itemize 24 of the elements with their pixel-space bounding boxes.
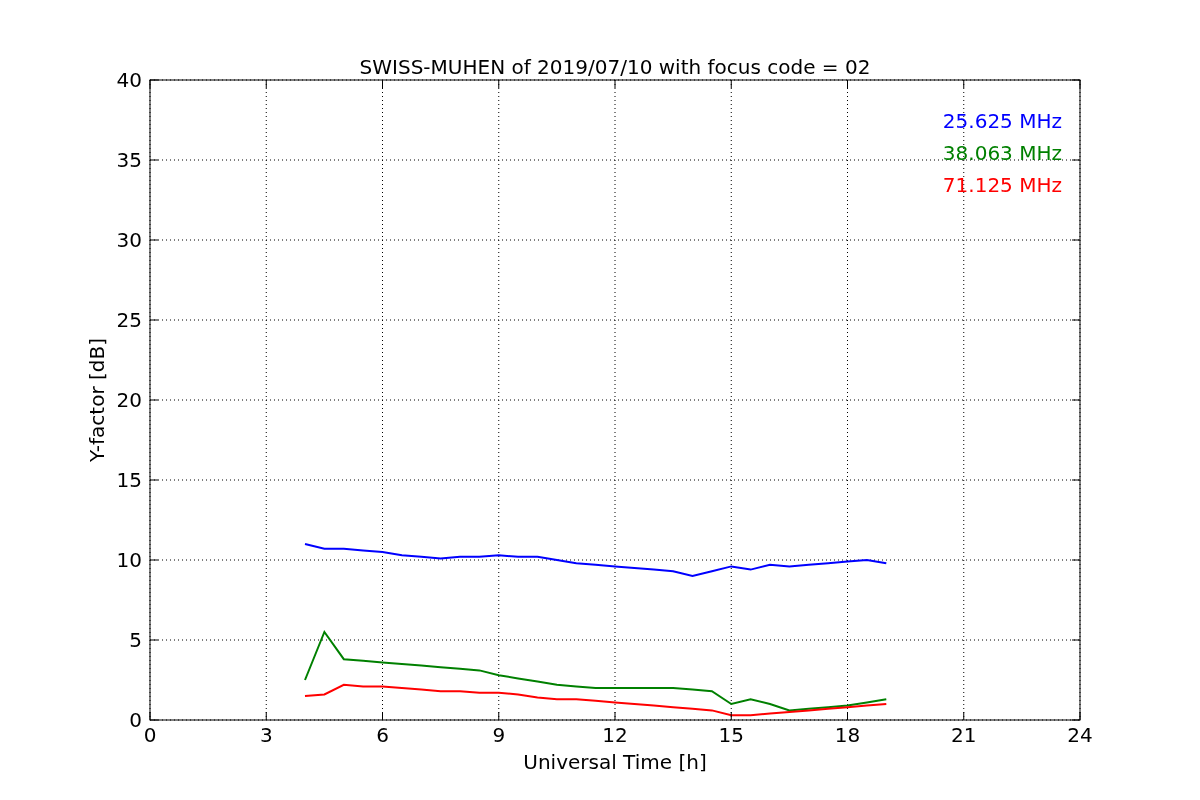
- y-tick-label: 5: [129, 628, 142, 652]
- y-tick-label: 15: [116, 468, 142, 492]
- y-tick-label: 10: [116, 548, 142, 572]
- legend-label: 71.125 MHz: [942, 173, 1062, 197]
- x-tick-label: 24: [1067, 723, 1093, 747]
- x-tick-label: 0: [143, 723, 157, 747]
- x-tick-label: 15: [718, 723, 744, 747]
- x-tick-label: 21: [951, 723, 977, 747]
- y-tick-label: 40: [116, 68, 142, 92]
- legend-label: 38.063 MHz: [942, 141, 1062, 165]
- x-tick-label: 6: [376, 723, 389, 747]
- x-tick-label: 18: [834, 723, 861, 747]
- y-tick-label: 35: [116, 148, 142, 172]
- y-axis-label: Y-factor [dB]: [85, 338, 109, 462]
- y-tick-label: 20: [116, 388, 142, 412]
- x-tick-label: 9: [492, 723, 506, 747]
- legend-label: 25.625 MHz: [942, 109, 1062, 133]
- x-tick-label: 12: [602, 723, 628, 747]
- x-tick-label: 3: [259, 723, 273, 747]
- y-tick-label: 25: [116, 308, 142, 332]
- y-tick-label: 0: [129, 708, 142, 732]
- x-axis-label: Universal Time [h]: [523, 750, 707, 774]
- chart-title: SWISS-MUHEN of 2019/07/10 with focus code = 02: [359, 55, 871, 79]
- y-tick-label: 30: [116, 228, 142, 252]
